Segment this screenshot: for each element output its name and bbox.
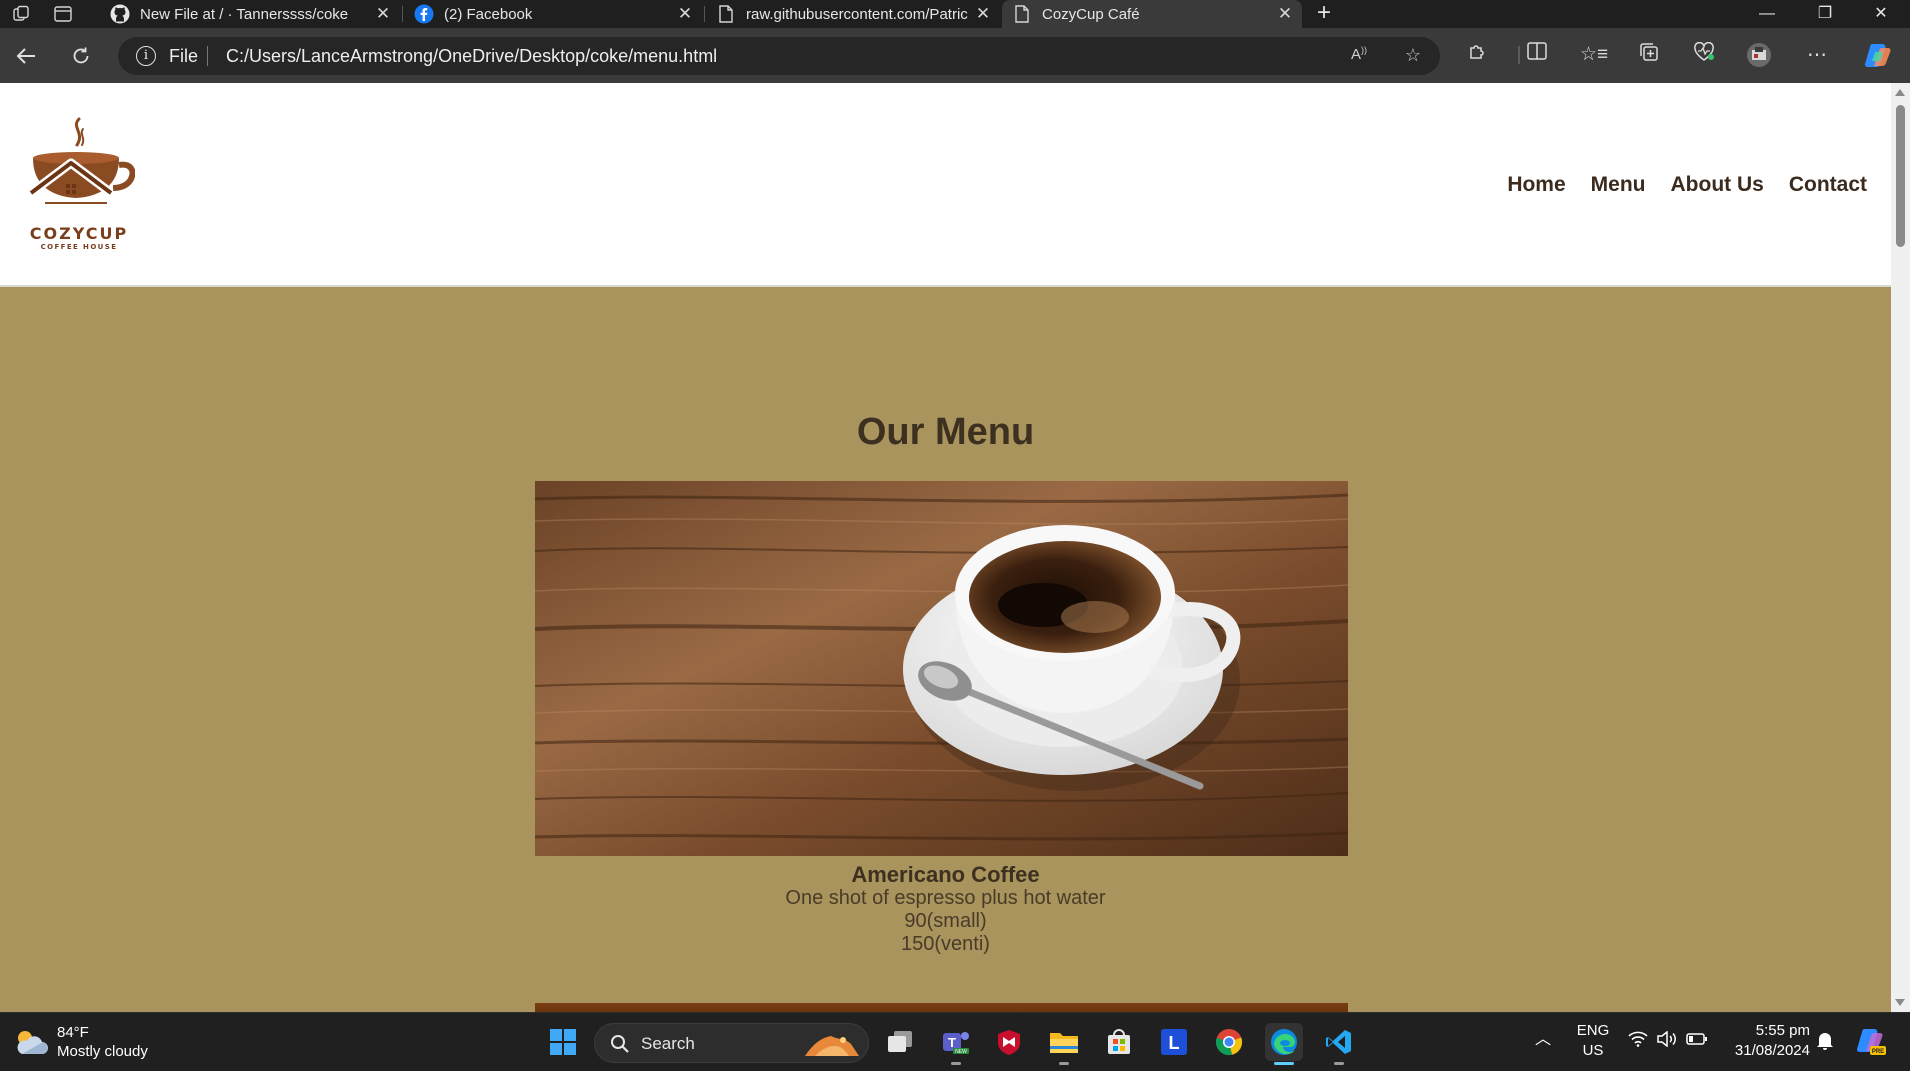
scrollbar-thumb[interactable] xyxy=(1896,105,1905,247)
scroll-down-arrow-icon[interactable] xyxy=(1895,999,1905,1006)
favorite-star-icon[interactable]: ☆ xyxy=(1402,45,1424,67)
file-explorer-icon[interactable] xyxy=(1045,1023,1083,1065)
close-tab-icon[interactable]: ✕ xyxy=(1276,4,1294,24)
copilot-icon[interactable] xyxy=(1864,42,1891,68)
start-button[interactable] xyxy=(544,1023,582,1061)
battery-icon[interactable] xyxy=(1686,1032,1708,1052)
tab-github[interactable]: New File at / · Tannerssss/coke ✕ xyxy=(100,0,400,28)
browser-tab-strip: New File at / · Tannerssss/coke ✕ (2) Fa… xyxy=(0,0,1910,28)
close-window-button[interactable]: ✕ xyxy=(1852,0,1910,28)
new-tab-button[interactable]: + xyxy=(1310,0,1338,28)
edge-icon[interactable] xyxy=(1265,1023,1303,1065)
svg-text:L: L xyxy=(1169,1033,1180,1053)
svg-text:T: T xyxy=(948,1035,956,1050)
americano-coffee-photo xyxy=(535,481,1348,856)
logo-tagline: COFFEE HOUSE xyxy=(40,243,118,251)
more-options-icon[interactable]: ⋯ xyxy=(1804,42,1830,68)
refresh-button[interactable] xyxy=(67,42,95,70)
volume-icon[interactable] xyxy=(1656,1030,1678,1053)
search-highlight-icon xyxy=(805,1036,859,1056)
back-button[interactable] xyxy=(12,42,40,70)
tab-title: (2) Facebook xyxy=(444,5,533,23)
show-hidden-icons-icon[interactable]: ︿ xyxy=(1535,1030,1551,1050)
page-viewport: COZYCUP COFFEE HOUSE Home Menu About Us … xyxy=(0,83,1891,1012)
page-scrollbar[interactable] xyxy=(1891,83,1910,1012)
tab-divider xyxy=(402,6,403,22)
profile-avatar[interactable] xyxy=(1746,42,1772,68)
weather-temperature: 84°F xyxy=(57,1024,89,1041)
address-divider xyxy=(207,46,208,66)
collections-icon[interactable] xyxy=(1636,42,1662,68)
search-icon xyxy=(611,1035,629,1053)
weather-condition: Mostly cloudy xyxy=(57,1043,148,1060)
vscode-icon[interactable] xyxy=(1320,1023,1358,1065)
copilot-preview-icon[interactable]: PRE xyxy=(1856,1027,1886,1063)
language-indicator[interactable]: ENG US xyxy=(1572,1021,1614,1061)
microsoft-store-icon[interactable] xyxy=(1100,1023,1138,1061)
extensions-icon[interactable] xyxy=(1464,42,1490,68)
tab-title: CozyCup Café xyxy=(1042,5,1140,23)
chrome-icon[interactable] xyxy=(1210,1023,1248,1061)
svg-text:NEW: NEW xyxy=(955,1049,967,1055)
menu-item-description: One shot of espresso plus hot water xyxy=(785,887,1106,909)
scroll-up-arrow-icon[interactable] xyxy=(1895,89,1905,96)
page-icon xyxy=(1012,4,1032,24)
logo-wordmark: COZYCUP xyxy=(29,224,129,243)
tab-divider xyxy=(704,6,705,22)
clock-time: 5:55 pm xyxy=(1755,1022,1810,1039)
restore-button[interactable]: ❐ xyxy=(1796,0,1854,28)
launcher-l-icon[interactable]: L xyxy=(1155,1023,1193,1061)
tab-title: raw.githubusercontent.com/Patric xyxy=(746,5,968,23)
partly-cloudy-icon xyxy=(14,1028,48,1056)
site-navigation: Home Menu About Us Contact xyxy=(1507,173,1867,197)
address-bar[interactable]: i File C:/Users/LanceArmstrong/OneDrive/… xyxy=(118,37,1440,75)
read-aloud-icon[interactable]: A)) xyxy=(1348,45,1370,67)
wifi-icon[interactable] xyxy=(1628,1031,1648,1053)
clock-date: 31/08/2024 xyxy=(1734,1042,1810,1059)
workspaces-icon[interactable] xyxy=(10,4,32,24)
menu-item-price-small: 90(small) xyxy=(904,910,987,932)
minimize-button[interactable]: — xyxy=(1738,0,1796,28)
region-code: US xyxy=(1582,1042,1604,1059)
menu-item-name: Americano Coffee xyxy=(851,862,1040,887)
browser-essentials-icon[interactable] xyxy=(1691,41,1717,68)
github-icon xyxy=(110,4,130,24)
close-tab-icon[interactable]: ✕ xyxy=(374,4,392,24)
close-tab-icon[interactable]: ✕ xyxy=(676,4,694,24)
weather-widget[interactable]: 84°F Mostly cloudy xyxy=(14,1023,148,1061)
vertical-tabs-icon[interactable] xyxy=(52,4,74,24)
nav-contact-link[interactable]: Contact xyxy=(1789,173,1867,197)
browser-toolbar: i File C:/Users/LanceArmstrong/OneDrive/… xyxy=(0,28,1910,83)
menu-heading: Our Menu xyxy=(856,411,1035,453)
search-label: Search xyxy=(641,1034,695,1053)
nav-about-link[interactable]: About Us xyxy=(1671,173,1764,197)
url-text[interactable]: C:/Users/LanceArmstrong/OneDrive/Desktop… xyxy=(226,46,717,67)
tab-cozycup[interactable]: CozyCup Café ✕ xyxy=(1002,0,1302,28)
protocol-label: File xyxy=(169,46,199,66)
taskbar-search-box[interactable]: Search xyxy=(594,1023,869,1063)
page-icon xyxy=(716,4,736,24)
clock[interactable]: 5:55 pm 31/08/2024 xyxy=(1722,1021,1810,1061)
tab-raw-github[interactable]: raw.githubusercontent.com/Patric ✕ xyxy=(706,0,1000,28)
next-menu-item-photo xyxy=(535,1003,1348,1012)
language-code: ENG xyxy=(1576,1022,1610,1039)
teams-icon[interactable]: T NEW xyxy=(937,1023,975,1065)
nav-menu-link[interactable]: Menu xyxy=(1591,173,1646,197)
favorites-icon[interactable]: ☆≡ xyxy=(1580,42,1608,68)
close-tab-icon[interactable]: ✕ xyxy=(974,4,992,24)
svg-text:PRE: PRE xyxy=(1872,1049,1884,1055)
site-header: COZYCUP COFFEE HOUSE Home Menu About Us … xyxy=(0,83,1891,287)
menu-item-price-venti: 150(venti) xyxy=(901,933,990,955)
tab-title: New File at / · Tannerssss/coke xyxy=(140,5,349,23)
mcafee-icon[interactable] xyxy=(990,1023,1028,1061)
notifications-bell-icon[interactable] xyxy=(1816,1031,1834,1057)
windows-taskbar: 84°F Mostly cloudy Search T NEW L ︿ ENG … xyxy=(0,1012,1910,1071)
nav-home-link[interactable]: Home xyxy=(1507,173,1565,197)
facebook-icon xyxy=(414,4,434,24)
tab-facebook[interactable]: (2) Facebook ✕ xyxy=(404,0,702,28)
info-icon[interactable]: i xyxy=(136,46,156,66)
split-screen-icon[interactable] xyxy=(1524,42,1550,68)
task-view-icon[interactable] xyxy=(881,1023,919,1061)
